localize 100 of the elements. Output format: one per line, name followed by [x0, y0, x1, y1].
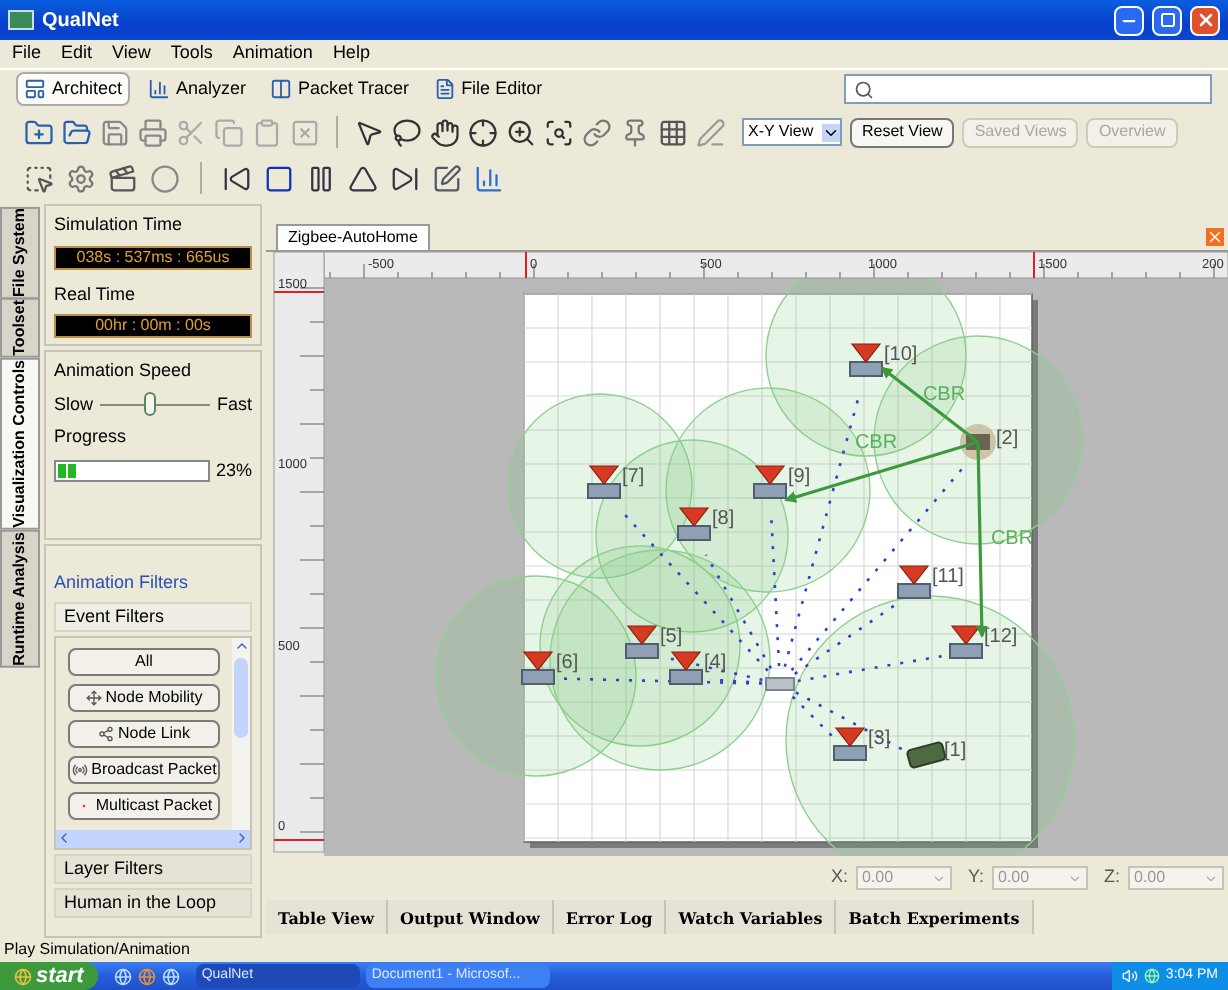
close-icon [1195, 10, 1215, 30]
speaker-icon[interactable] [1121, 968, 1138, 984]
coordinate-label: Z: [1104, 864, 1120, 891]
sensor-node [949, 625, 983, 659]
grid-icon[interactable] [658, 117, 688, 147]
zoom-area-icon[interactable] [544, 117, 574, 147]
bottom-tab[interactable]: Watch Variables [666, 900, 837, 934]
print-icon[interactable] [138, 117, 168, 147]
layout-icon [24, 78, 46, 100]
node-label: [7] [622, 466, 645, 488]
gear-icon[interactable] [66, 163, 96, 193]
minimize-button[interactable] [1114, 5, 1144, 35]
bottom-tab[interactable]: Batch Experiments [836, 900, 1034, 934]
search-field[interactable] [844, 74, 1212, 104]
select-icon[interactable] [24, 163, 54, 193]
scroll-right-icon[interactable] [234, 830, 250, 846]
node-label: [4] [704, 652, 727, 674]
crosshair-icon[interactable] [468, 117, 498, 147]
file-icon [433, 78, 456, 100]
menu-item[interactable]: Tools [170, 40, 213, 68]
slider-max-label: Fast [216, 391, 252, 417]
skip-back-icon[interactable] [222, 163, 252, 193]
slider-thumb[interactable] [143, 392, 156, 417]
maximize-button[interactable] [1152, 5, 1182, 35]
node-label: [11] [932, 566, 964, 588]
share-icon [97, 725, 114, 741]
lasso-icon[interactable] [392, 117, 422, 147]
maximize-icon [1159, 12, 1175, 28]
triangle-icon[interactable] [348, 163, 378, 193]
status-text: Play Simulation/Animation [4, 938, 190, 962]
hand-icon[interactable] [430, 117, 460, 147]
pause-icon[interactable] [306, 163, 336, 193]
filter-toggle-button[interactable]: Node Link [68, 719, 220, 747]
filter-section-header[interactable]: Event Filters [54, 601, 252, 631]
menu-item[interactable]: Edit [61, 40, 93, 68]
side-tab[interactable]: Toolset [0, 298, 40, 359]
bottom-tab[interactable]: Error Log [553, 900, 667, 934]
side-tab[interactable]: Visualization Controls [0, 358, 40, 531]
speed-label: Animation Speed [54, 358, 194, 384]
horizontal-scrollbar[interactable] [56, 829, 250, 847]
coordinator-node [765, 677, 795, 691]
skip-forward-icon[interactable] [390, 163, 420, 193]
zoom-icon[interactable] [506, 117, 536, 147]
view-select[interactable]: X-Y View [742, 118, 842, 146]
document-tab[interactable]: Zigbee-AutoHome [276, 224, 430, 250]
sensor-node [669, 651, 703, 685]
link-icon[interactable] [582, 117, 612, 147]
sensor-node [897, 565, 931, 599]
filter-toggle-button[interactable]: All [68, 647, 220, 675]
perspective-tab[interactable]: Architect [16, 72, 131, 106]
sensor-node [587, 465, 621, 499]
node-label: [2] [996, 428, 1019, 450]
new-folder-icon[interactable] [24, 117, 54, 147]
move-icon [85, 689, 102, 705]
scroll-left-icon[interactable] [56, 830, 72, 846]
close-button[interactable] [1190, 5, 1220, 35]
sensor-node [833, 727, 867, 761]
sensor-node [625, 625, 659, 659]
node-label: [5] [660, 626, 683, 648]
stop-icon[interactable] [264, 163, 294, 193]
menu-item[interactable]: Animation [232, 40, 313, 68]
progress-reading: 23% [215, 457, 252, 483]
menu-item[interactable]: View [112, 40, 151, 68]
link-label: CBR [922, 384, 966, 406]
bottom-tab[interactable]: Output Window [387, 900, 554, 934]
save-icon[interactable] [100, 117, 130, 147]
node-label: [9] [788, 466, 811, 488]
filter-toggle-button[interactable]: Broadcast Packet [68, 755, 220, 783]
edit-icon[interactable] [432, 163, 462, 193]
filter-section-header[interactable]: Layer Filters [54, 853, 252, 883]
bar-chart-icon[interactable] [474, 163, 504, 193]
perspective-tab[interactable]: Analyzer [142, 72, 253, 106]
speed-slider[interactable] [99, 392, 211, 417]
dropdown-arrow-icon [822, 123, 840, 141]
clapperboard-icon[interactable] [108, 163, 138, 193]
filter-section-header[interactable]: Human in the Loop [54, 887, 252, 917]
menu-item[interactable]: File [12, 40, 42, 68]
filter-toggle-button[interactable]: Node Mobility [68, 683, 220, 711]
bottom-tab[interactable]: Table View [266, 900, 388, 934]
coordinate-label: Y: [967, 864, 984, 891]
side-tab[interactable]: File System [0, 206, 40, 299]
perspective-tab[interactable]: Packet Tracer [264, 72, 416, 106]
simulation-time-display: 038s : 537ms : 665us [54, 245, 252, 269]
close-icon[interactable] [1206, 228, 1224, 246]
pin-icon[interactable] [620, 117, 650, 147]
filter-toggle-button[interactable]: Multicast Packet [68, 791, 220, 819]
open-folder-icon[interactable] [62, 117, 92, 147]
side-tab[interactable]: Runtime Analysis [0, 530, 40, 669]
record-icon[interactable] [150, 163, 180, 193]
toolbar-button[interactable]: Reset View [850, 117, 955, 147]
node-label: [10] [884, 344, 918, 366]
pointer-icon[interactable] [354, 117, 384, 147]
menu-item[interactable]: Help [332, 40, 370, 68]
vertical-scrollbar[interactable] [232, 637, 250, 829]
network-icon[interactable] [1143, 968, 1160, 984]
browser-icon[interactable] [137, 967, 156, 985]
sensor-node [849, 343, 883, 377]
start-button[interactable]: start [0, 962, 98, 990]
perspective-tab[interactable]: File Editor [427, 72, 549, 106]
real-time-label: Real Time [54, 281, 138, 307]
